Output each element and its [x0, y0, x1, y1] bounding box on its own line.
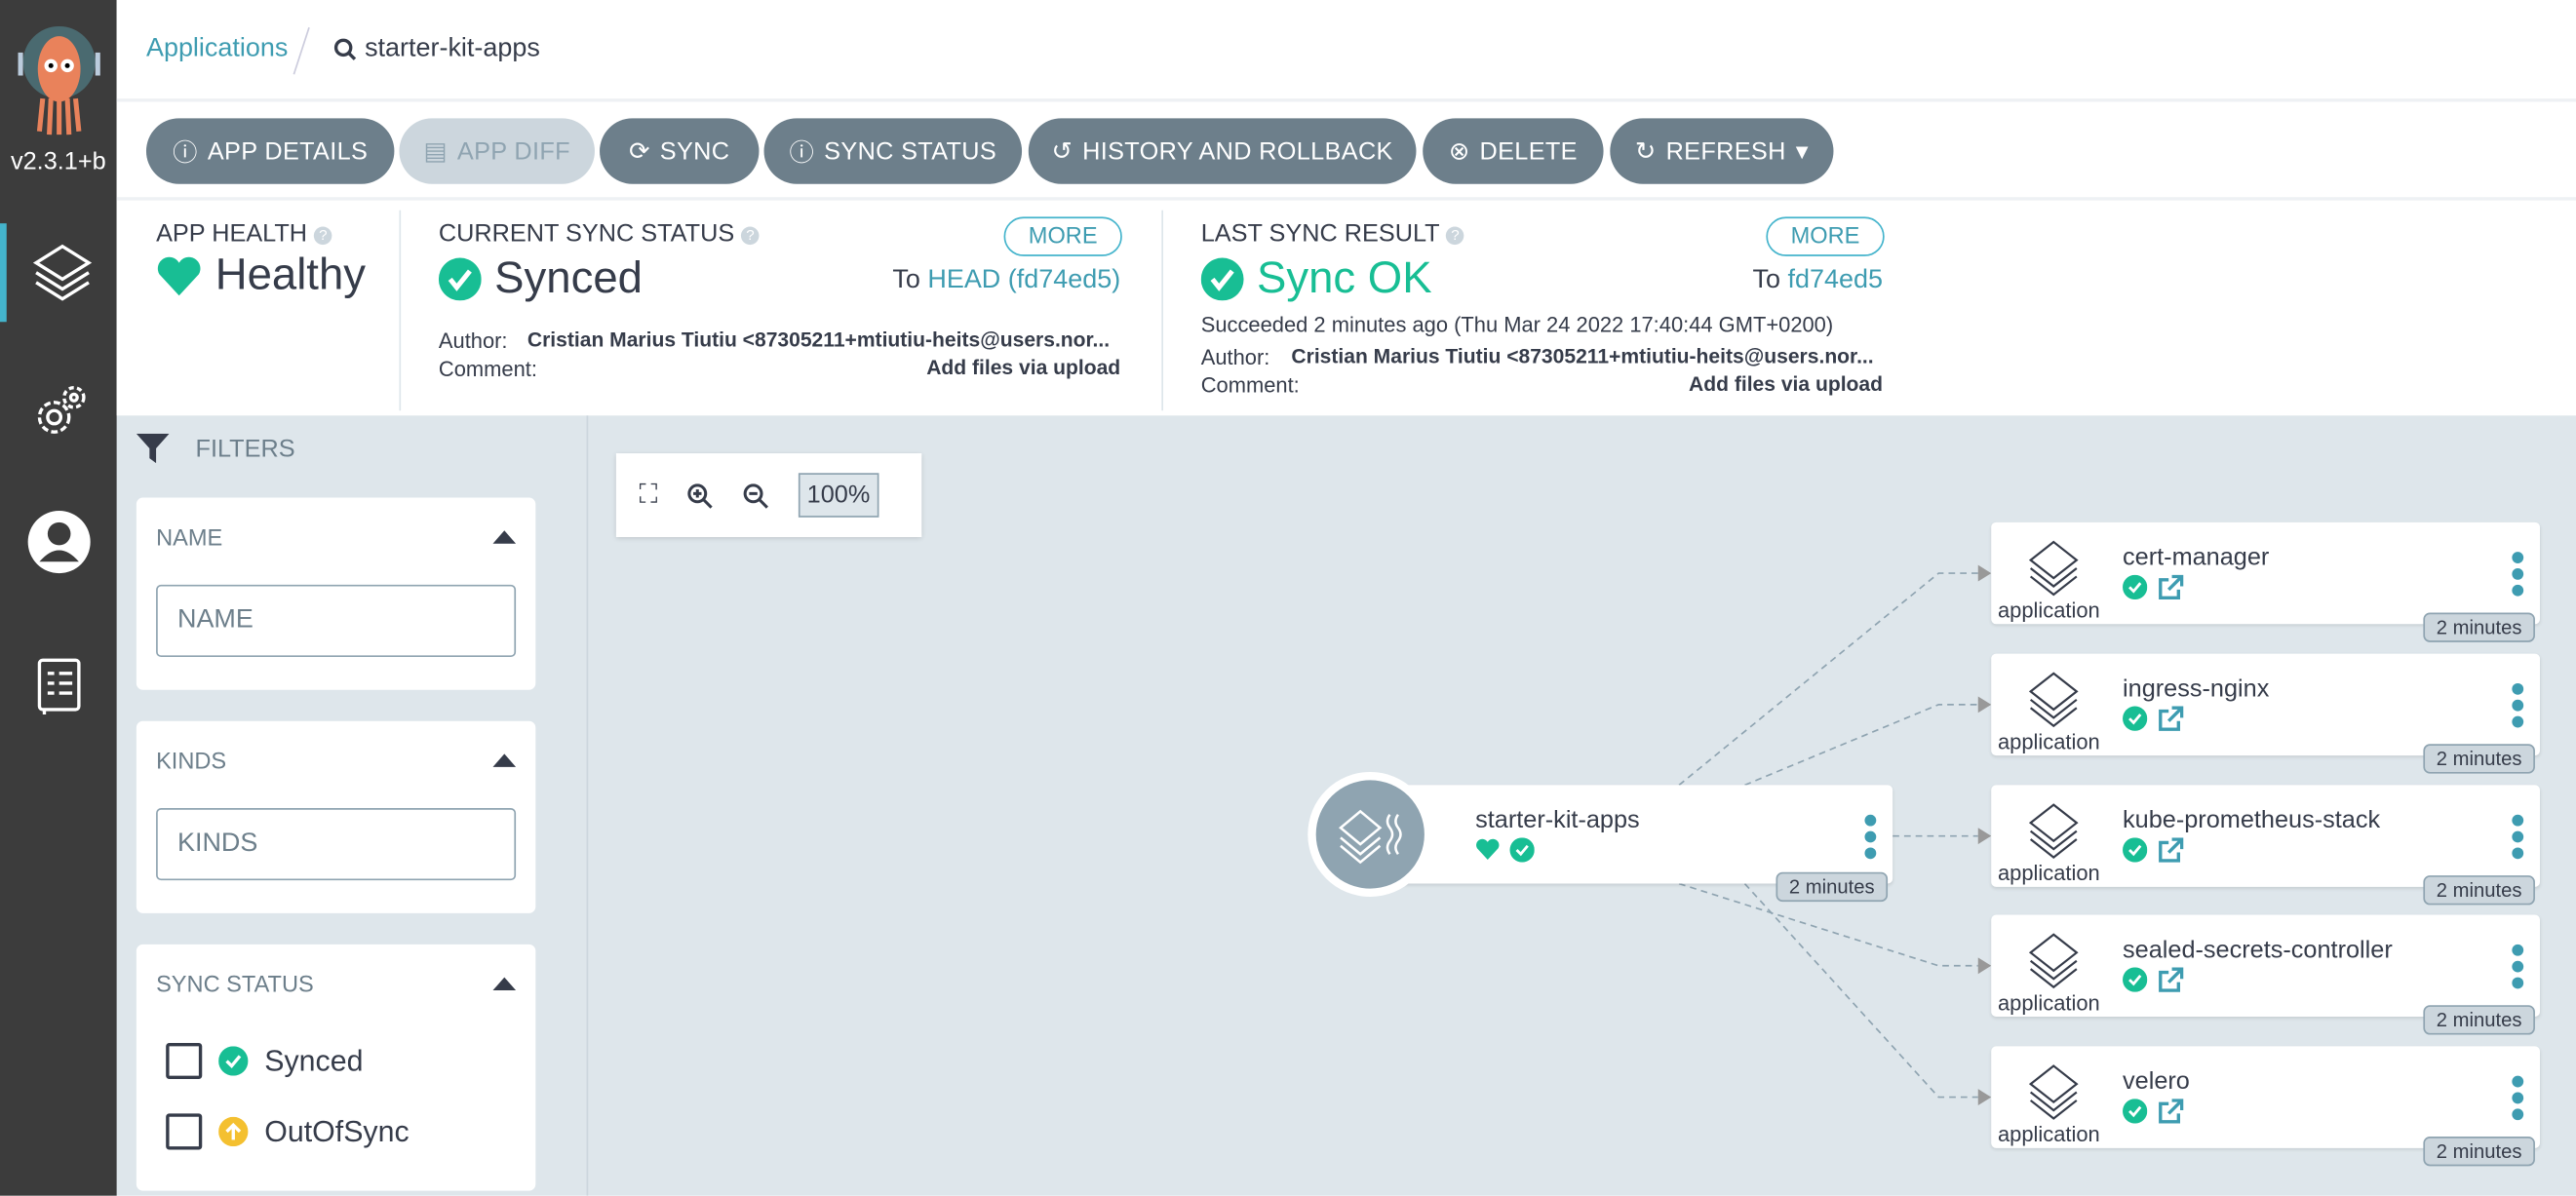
edge-arrow: [1977, 828, 1992, 845]
edge-arrow: [1977, 696, 1992, 714]
node-menu-icon[interactable]: [2512, 682, 2524, 728]
application-icon: [2028, 1064, 2079, 1120]
root-app-node[interactable]: starter-kit-apps 2 minutes: [1370, 785, 1893, 903]
node-age-badge: 2 minutes: [1776, 871, 1889, 903]
node-menu-icon[interactable]: [2512, 944, 2524, 989]
check-circle-icon: [2123, 837, 2148, 863]
child-app-node[interactable]: application velero 2 minutes: [1991, 1046, 2541, 1167]
node-age-badge: 2 minutes: [2423, 1137, 2535, 1167]
node-status: [2123, 574, 2184, 601]
node-kind: application: [1997, 990, 2100, 1016]
application-icon: [2028, 933, 2079, 989]
node-name: kube-prometheus-stack: [2123, 806, 2381, 834]
check-circle-icon: [2123, 574, 2148, 600]
external-link-icon[interactable]: [2157, 837, 2184, 864]
child-app-node[interactable]: application sealed-secrets-controller 2 …: [1991, 914, 2541, 1035]
node-menu-icon[interactable]: [2512, 552, 2524, 597]
node-menu-icon[interactable]: [2512, 814, 2524, 860]
application-icon: [2028, 672, 2079, 728]
node-age-badge: 2 minutes: [2423, 744, 2535, 774]
heart-icon: [1476, 838, 1500, 860]
check-circle-icon: [2123, 706, 2148, 731]
node-age-badge: 2 minutes: [2423, 1005, 2535, 1035]
application-icon: [2028, 540, 2079, 597]
node-name: starter-kit-apps: [1475, 806, 1640, 834]
node-status: [2123, 706, 2184, 733]
node-kind: application: [1997, 598, 2100, 623]
node-kind: application: [1997, 729, 2100, 754]
node-age-badge: 2 minutes: [2423, 612, 2535, 642]
external-link-icon[interactable]: [2157, 1099, 2184, 1125]
node-kind: application: [1997, 860, 2100, 886]
child-app-node[interactable]: application ingress-nginx 2 minutes: [1991, 653, 2541, 774]
node-name: ingress-nginx: [2123, 675, 2270, 704]
node-status: [2123, 837, 2184, 864]
edge-arrow: [1977, 957, 1992, 975]
node-status: [1475, 837, 1535, 863]
external-link-icon[interactable]: [2157, 574, 2184, 601]
node-status: [2123, 1099, 2184, 1125]
external-link-icon[interactable]: [2157, 706, 2184, 733]
application-icon: [2028, 803, 2079, 859]
external-link-icon[interactable]: [2157, 967, 2184, 993]
application-set-icon: [1338, 809, 1402, 865]
node-name: sealed-secrets-controller: [2123, 936, 2393, 965]
root-app-icon: [1308, 771, 1433, 898]
graph-edge: [1744, 704, 1978, 787]
graph-edge: [1678, 572, 1978, 787]
node-name: cert-manager: [2123, 543, 2270, 572]
check-circle-icon: [1509, 837, 1535, 863]
edge-arrow: [1977, 1089, 1992, 1106]
node-age-badge: 2 minutes: [2423, 875, 2535, 906]
node-kind: application: [1997, 1121, 2100, 1147]
child-app-node[interactable]: application kube-prometheus-stack 2 minu…: [1991, 785, 2541, 906]
edge-arrow: [1977, 564, 1992, 582]
check-circle-icon: [2123, 967, 2148, 992]
node-menu-icon[interactable]: [1864, 814, 1877, 860]
node-menu-icon[interactable]: [2512, 1075, 2524, 1121]
node-name: velero: [2123, 1067, 2190, 1096]
child-app-node[interactable]: application cert-manager 2 minutes: [1991, 521, 2541, 642]
node-status: [2123, 967, 2184, 993]
check-circle-icon: [2123, 1099, 2148, 1124]
